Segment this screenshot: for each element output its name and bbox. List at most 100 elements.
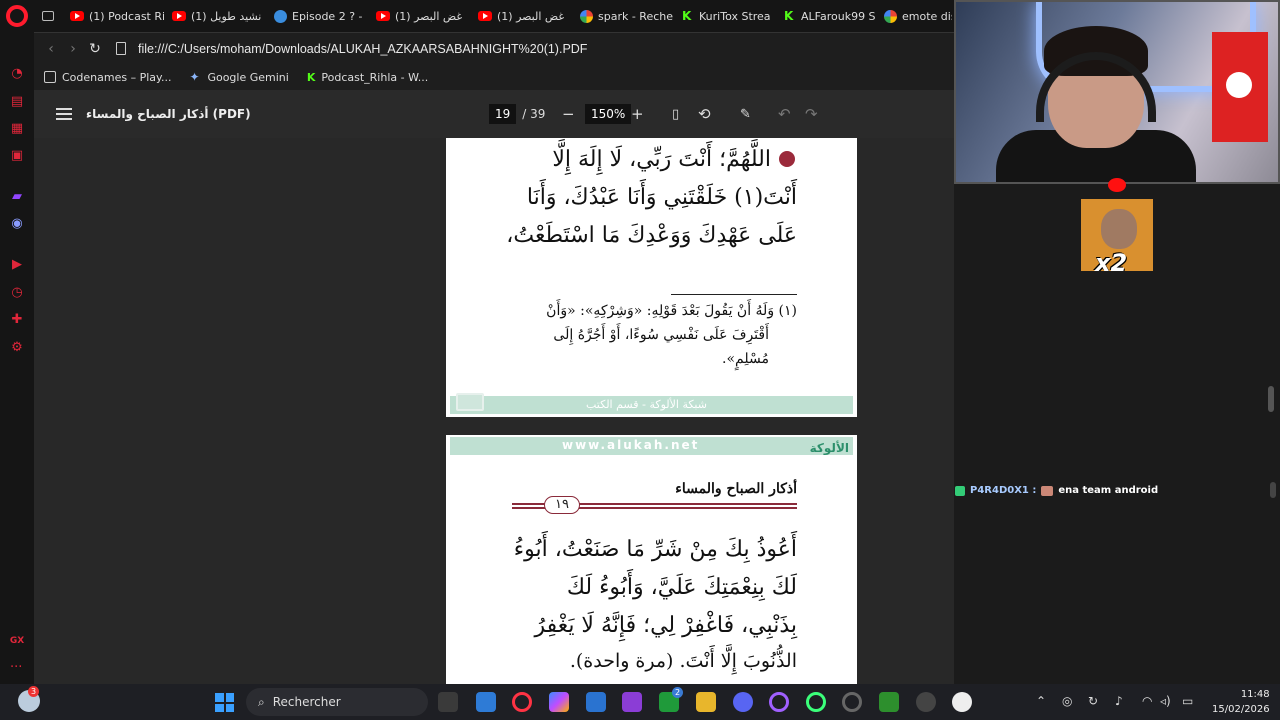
- start-icon[interactable]: [215, 693, 234, 712]
- chat-scrollbar-thumb[interactable]: [1270, 482, 1276, 498]
- tab-5[interactable]: spark - Reche: [572, 0, 674, 32]
- task-view-icon[interactable]: [438, 692, 458, 712]
- extensions-icon[interactable]: ✚: [8, 310, 26, 328]
- twitch-icon[interactable]: ▰: [8, 187, 26, 205]
- player-icon[interactable]: ▶: [8, 255, 26, 273]
- discord-icon[interactable]: [733, 692, 753, 712]
- forward-icon[interactable]: ›: [62, 41, 84, 57]
- scrollbar-thumb[interactable]: [1268, 386, 1274, 412]
- tab-list-icon[interactable]: [34, 0, 62, 32]
- text-line: أَعُوذُ بِكَ مِنْ شَرِّ مَا صَنَعْتُ، أَ…: [513, 537, 797, 562]
- media-player-icon[interactable]: [952, 692, 972, 712]
- tab-label: spark - Reche: [598, 9, 674, 23]
- pdf-title: أذكار الصباح والمساء (PDF): [86, 107, 251, 121]
- discord-icon[interactable]: ◉: [8, 214, 26, 232]
- kick-icon: K: [682, 9, 692, 23]
- opera-icon-3[interactable]: [806, 692, 826, 712]
- speed-dial-icon[interactable]: ◔: [8, 64, 26, 82]
- proton-icon[interactable]: [622, 692, 642, 712]
- url-field[interactable]: file:///C:/Users/moham/Downloads/ALUKAH_…: [138, 42, 587, 56]
- volume-icon[interactable]: ◃): [1160, 694, 1171, 708]
- back-icon[interactable]: ‹: [40, 41, 62, 57]
- clock[interactable]: 11:48 15/02/2026: [1212, 687, 1270, 717]
- tab-label: Episode 2 ? -: [292, 9, 363, 23]
- tab-label: KuriTox Strea: [699, 9, 771, 23]
- pdf-viewport[interactable]: اللَّهُمَّ؛ أَنْتَ رَبِّي، لَا إِلَهَ إِ…: [34, 138, 954, 684]
- date: 15/02/2026: [1212, 704, 1270, 715]
- fit-page-icon[interactable]: ▯: [672, 107, 679, 122]
- bookmark-podcast[interactable]: K Podcast_Rihla - W...: [307, 71, 428, 84]
- messenger-icon[interactable]: ▣: [8, 146, 26, 164]
- tab-3[interactable]: (1) غض البصر: [368, 0, 470, 32]
- tab-search-icon[interactable]: [42, 11, 54, 21]
- opera-logo-icon[interactable]: [6, 5, 28, 27]
- obs-icon[interactable]: [916, 692, 936, 712]
- book-icon: [456, 393, 484, 411]
- google-icon: [884, 9, 897, 23]
- tab-2[interactable]: Episode 2 ? -: [266, 0, 368, 32]
- opera-gx-icon[interactable]: [512, 692, 532, 712]
- search-placeholder: Rechercher: [272, 695, 341, 709]
- taskbar: 3 ⌕ Rechercher 2 ⌃ ◎ ↻ ♪ ◠ ◃) ▭ 11:48 15…: [0, 684, 1280, 720]
- text-line: الذُّنُوبَ إِلَّا أَنْتَ. (مرة واحدة).: [569, 650, 797, 672]
- bookmark-gemini[interactable]: ✦ Google Gemini: [189, 71, 288, 84]
- wifi-icon[interactable]: ◠: [1142, 694, 1152, 708]
- tab-6[interactable]: K KuriTox Strea: [674, 0, 776, 32]
- more-icon[interactable]: ···: [10, 660, 22, 675]
- annotate-icon[interactable]: ✎: [740, 107, 751, 122]
- bookmark-label: Podcast_Rihla - W...: [321, 70, 429, 84]
- chat-text: ena team android: [1058, 485, 1159, 496]
- text-line: اللَّهُمَّ؛ أَنْتَ رَبِّي، لَا إِلَهَ إِ…: [552, 147, 771, 172]
- text-line: أَنْتَ(١) خَلَقْتَنِي وَأَنَا عَبْدُكَ، …: [526, 185, 797, 210]
- file-explorer-icon[interactable]: [696, 692, 716, 712]
- bookmark-codenames[interactable]: Codenames – Play...: [44, 71, 171, 84]
- gx-corner-icon[interactable]: ▦: [8, 119, 26, 137]
- website-text: www.alukah.net: [562, 438, 700, 452]
- photos-icon[interactable]: [476, 692, 496, 712]
- address-bar: ‹ › ↻ file:///C:/Users/moham/Downloads/A…: [34, 32, 954, 64]
- reload-icon[interactable]: ↻: [84, 41, 106, 57]
- pdf-page-19: www.alukah.net الألوكة أذكار الصباح والم…: [446, 435, 857, 684]
- opera-icon-4[interactable]: [842, 692, 862, 712]
- tray-app-icon[interactable]: ◎: [1062, 694, 1072, 708]
- tab-1[interactable]: (1) نشيد طويل: [164, 0, 266, 32]
- page-total: / 39: [522, 107, 546, 121]
- zoom-level-input[interactable]: 150%: [585, 104, 632, 124]
- terminal-icon[interactable]: [879, 692, 899, 712]
- tab-7[interactable]: K ALFarouk99 S: [776, 0, 876, 32]
- text-line: بِذَنْبِي، فَاغْفِرْ لِي؛ فَإِنَّهُ لَا …: [534, 613, 797, 638]
- microphone-icon[interactable]: ♪: [1115, 694, 1123, 708]
- chat-message: P4R4D0X1 : ena team android: [955, 485, 1158, 496]
- battery-icon[interactable]: ▭: [1182, 694, 1193, 708]
- youtube-icon: [376, 11, 390, 21]
- zoom-in-icon[interactable]: +: [631, 105, 644, 123]
- tab-label: emote dis: [902, 9, 952, 23]
- xbox-badge: 2: [672, 687, 683, 698]
- tab-label: (1) Podcast Ri: [89, 9, 164, 23]
- flag: [1212, 32, 1268, 142]
- rotate-icon[interactable]: ⟲: [698, 105, 711, 123]
- folder-icon: [44, 71, 56, 83]
- tab-0[interactable]: (1) Podcast Ri: [62, 0, 164, 32]
- undo-icon[interactable]: ↶: [778, 105, 791, 123]
- emote-multiplier: x2: [1095, 249, 1128, 271]
- redo-icon[interactable]: ↷: [805, 105, 818, 123]
- taskbar-search[interactable]: ⌕ Rechercher: [246, 688, 428, 716]
- history-icon[interactable]: ◷: [8, 283, 26, 301]
- page-number-input[interactable]: 19: [489, 104, 517, 124]
- menu-icon[interactable]: [56, 105, 72, 123]
- settings-icon[interactable]: ⚙: [8, 338, 26, 356]
- store-icon[interactable]: [586, 692, 606, 712]
- tray-overflow-icon[interactable]: ⌃: [1036, 694, 1046, 708]
- zoom-out-icon[interactable]: −: [562, 105, 575, 123]
- page-footer: شبكة الألوكة - قسم الكتب: [450, 396, 853, 414]
- copilot-icon[interactable]: [549, 692, 569, 712]
- sync-icon[interactable]: ↻: [1088, 694, 1098, 708]
- footnote-line: مُسْلِمٍ».: [722, 351, 769, 367]
- kick-icon: K: [784, 9, 794, 23]
- tab-4[interactable]: (1) غض البصر: [470, 0, 572, 32]
- opera-icon-2[interactable]: [769, 692, 789, 712]
- alukah-logo: الألوكة: [809, 441, 849, 455]
- gx-control-icon[interactable]: ▤: [8, 92, 26, 110]
- tab-8[interactable]: emote dis: [876, 0, 952, 32]
